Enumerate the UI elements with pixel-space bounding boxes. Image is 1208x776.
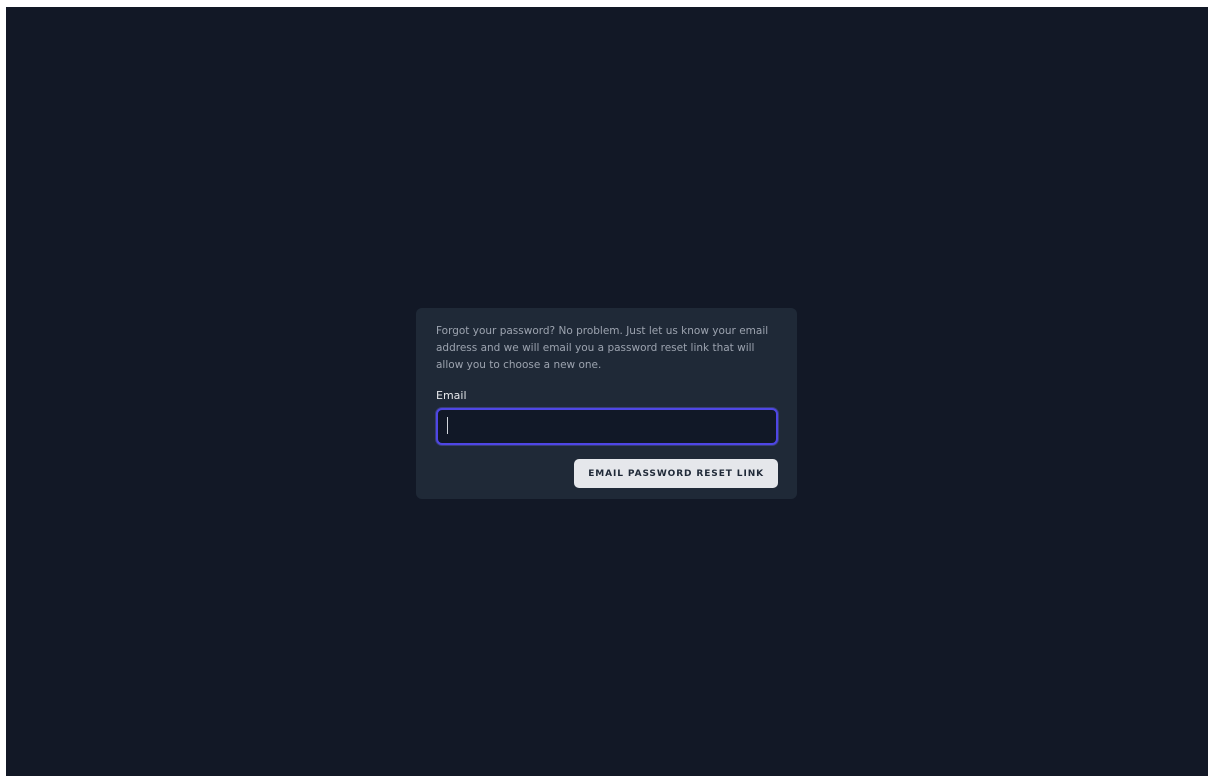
email-password-reset-link-button[interactable]: EMAIL PASSWORD RESET LINK	[574, 459, 778, 488]
email-label: Email	[436, 389, 467, 402]
email-field[interactable]	[436, 408, 778, 445]
page-background: Forgot your password? No problem. Just l…	[6, 7, 1208, 776]
forgot-password-card: Forgot your password? No problem. Just l…	[416, 308, 797, 499]
form-actions: EMAIL PASSWORD RESET LINK	[436, 459, 778, 488]
text-cursor	[447, 417, 448, 434]
forgot-password-message: Forgot your password? No problem. Just l…	[436, 325, 769, 371]
